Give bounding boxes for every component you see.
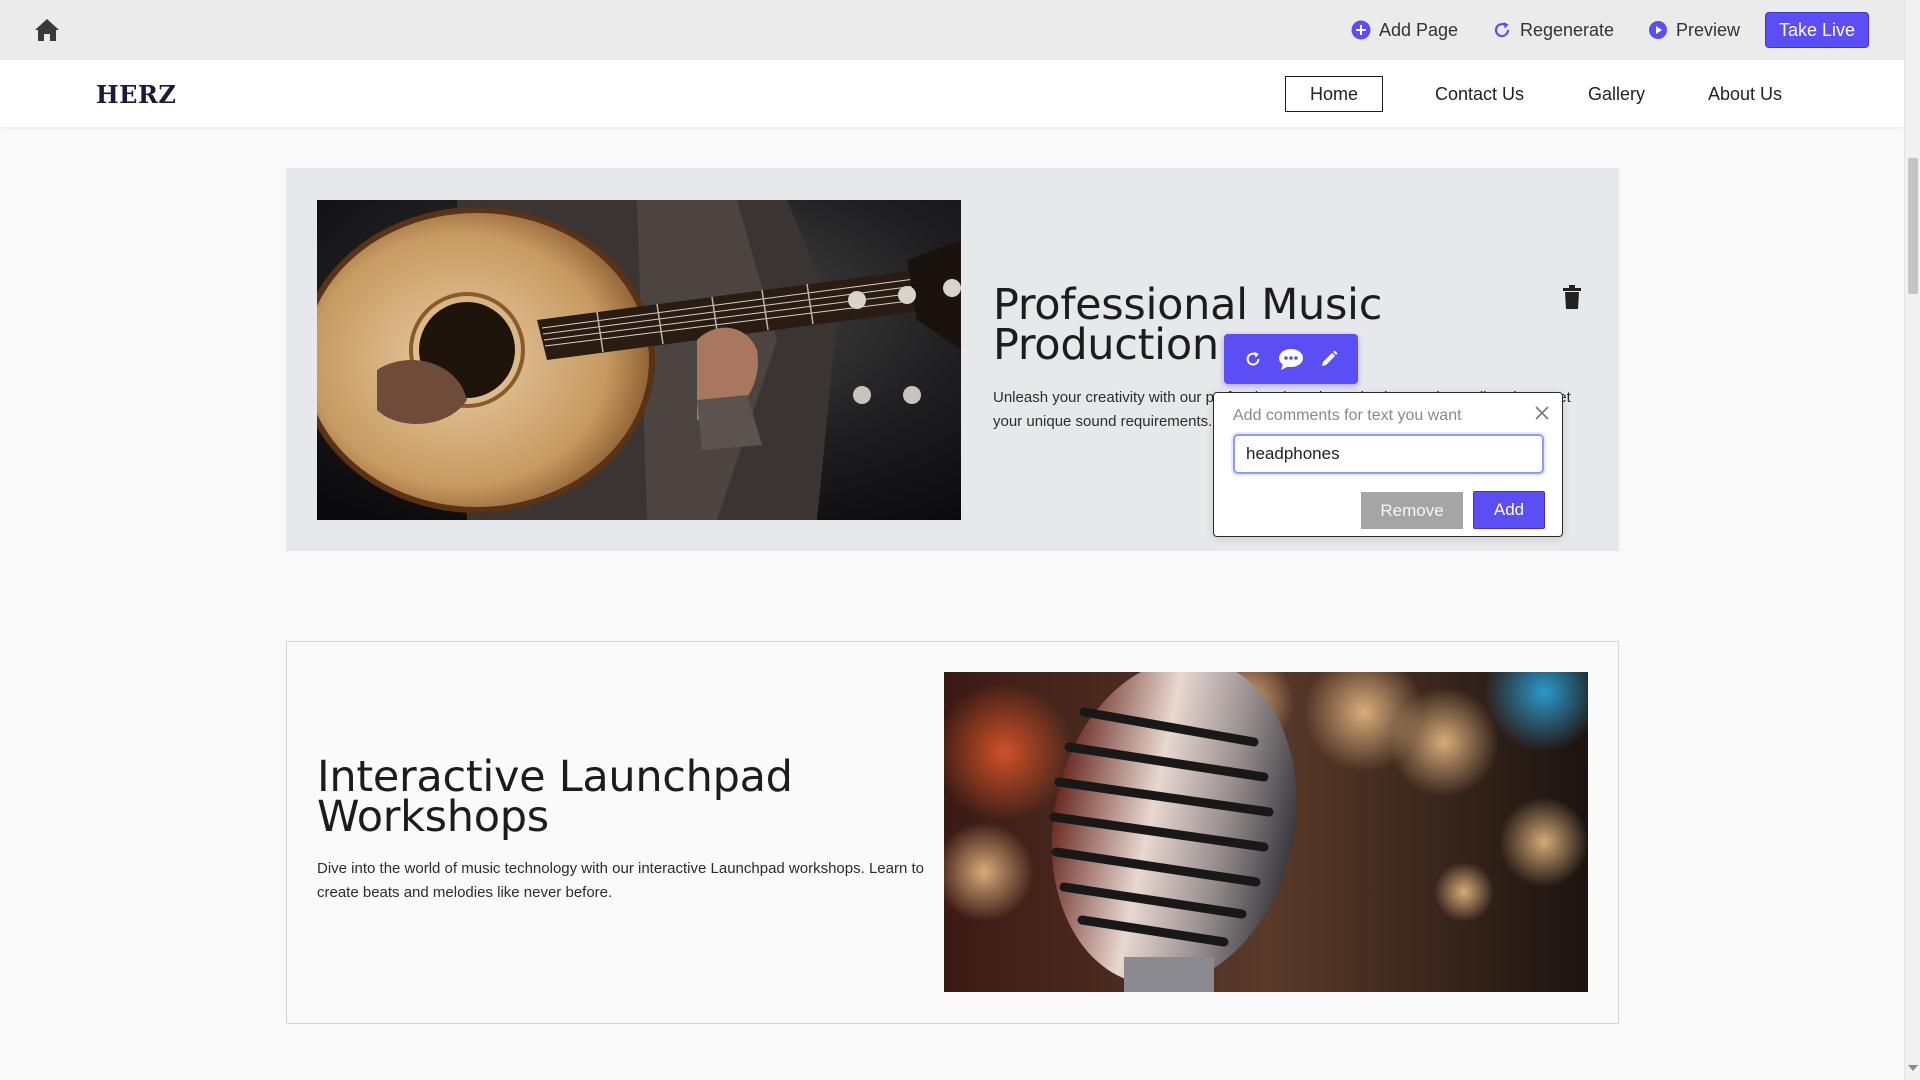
text-edit-toolbar — [1224, 334, 1358, 384]
add-page-label: Add Page — [1379, 19, 1459, 40]
plus-circle-icon — [1351, 20, 1371, 40]
regenerate-label: Regenerate — [1520, 19, 1615, 40]
pencil-icon[interactable] — [1316, 346, 1342, 372]
comment-icon[interactable] — [1278, 346, 1304, 372]
comment-popup-title: Add comments for text you want — [1233, 407, 1462, 424]
section2-title[interactable]: Interactive Launchpad Workshops — [317, 756, 877, 839]
builder-toolbar: Add Page Regenerate Preview Take Live — [0, 0, 1904, 60]
comment-input[interactable] — [1233, 434, 1544, 474]
nav-home[interactable]: Home — [1285, 76, 1383, 112]
trash-icon[interactable] — [1561, 285, 1583, 309]
scrollbar-thumb[interactable] — [1908, 158, 1918, 294]
guitar-player-image[interactable] — [317, 200, 961, 520]
play-circle-icon — [1648, 20, 1668, 40]
section1-title[interactable]: Professional Music Production — [993, 284, 1453, 367]
refresh-icon[interactable] — [1240, 346, 1266, 372]
preview-label: Preview — [1676, 19, 1741, 40]
section2-description[interactable]: Dive into the world of music technology … — [317, 857, 937, 905]
preview-button[interactable]: Preview — [1648, 16, 1740, 44]
page-scrollbar[interactable] — [1904, 0, 1920, 1080]
home-icon[interactable] — [34, 18, 60, 42]
nav-gallery[interactable]: Gallery — [1588, 76, 1645, 112]
take-live-button[interactable]: Take Live — [1765, 12, 1869, 48]
section-launchpad-workshops: Interactive Launchpad Workshops Dive int… — [286, 641, 1619, 1024]
refresh-icon — [1492, 20, 1512, 40]
remove-button[interactable]: Remove — [1361, 492, 1463, 529]
scroll-down-arrow-icon[interactable] — [1908, 1065, 1918, 1071]
site-header: HERZ Home Contact Us Gallery About Us — [0, 60, 1904, 127]
nav-contact-us[interactable]: Contact Us — [1435, 76, 1524, 112]
regenerate-button[interactable]: Regenerate — [1492, 16, 1614, 44]
microphone-image[interactable] — [944, 672, 1588, 992]
comment-popup: Add comments for text you want Remove Ad… — [1213, 392, 1563, 537]
add-button[interactable]: Add — [1473, 491, 1545, 529]
nav-about-us[interactable]: About Us — [1708, 76, 1782, 112]
add-page-button[interactable]: Add Page — [1351, 16, 1458, 44]
site-logo[interactable]: HERZ — [96, 80, 176, 109]
close-icon[interactable] — [1534, 405, 1550, 421]
